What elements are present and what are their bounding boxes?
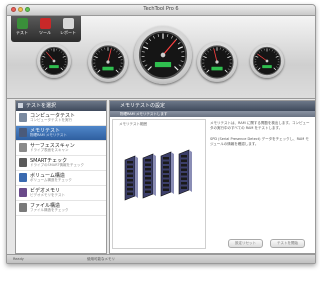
video-icon xyxy=(19,188,27,197)
reset-settings-button[interactable]: 設定リセット xyxy=(228,239,263,248)
file-icon xyxy=(19,203,27,212)
status-left: Ready xyxy=(13,257,24,261)
drive-icon xyxy=(19,143,27,152)
tools-icon xyxy=(39,18,51,29)
toolbar-button-tools[interactable]: ツール xyxy=(37,18,53,38)
test-item[interactable]: ビデオメモリ ビデオメモリをテスト xyxy=(16,186,106,201)
description-paragraph-1: メモリテストは、RAM に関する問題を検出します。コンピュータの実行中のすべての… xyxy=(210,121,310,130)
memory-icon xyxy=(19,128,27,137)
toolbar-label: ツール xyxy=(39,30,51,35)
app-window: TechTool Pro 6 テスト ツール レポート テストを選択 コンピュー… xyxy=(6,4,316,264)
title-bar: TechTool Pro 6 xyxy=(7,5,315,16)
toolbar-label: テスト xyxy=(16,30,28,35)
memory-test-area: メモリテスト範囲 xyxy=(112,119,206,249)
test-item[interactable]: コンピュータテスト コンピュータテストを実行 xyxy=(16,111,106,126)
computer-icon xyxy=(19,113,27,122)
status-center: 使用可能なメモリ xyxy=(87,257,115,261)
test-item[interactable]: メモリテスト 物理RAM メモリテスト xyxy=(16,126,106,141)
settings-subtitle: 物理RAM メモリテストします xyxy=(110,111,315,117)
header-square-icon xyxy=(18,103,23,108)
gauge-5 xyxy=(250,44,284,78)
description-paragraph-2: SPD (Serial Presence Detect) データをチェックし、R… xyxy=(210,137,309,146)
test-item[interactable]: サーフェススキャン ドライブ表面をスキャン xyxy=(16,141,106,156)
volume-icon xyxy=(19,173,27,182)
toolbar-button-report[interactable]: レポート xyxy=(60,18,76,38)
gauge-1 xyxy=(37,44,71,78)
test-list-title: テストを選択 xyxy=(26,103,57,109)
start-test-button[interactable]: テストを開始 xyxy=(270,239,305,248)
test-item[interactable]: ファイル構造 ファイル構造をチェック xyxy=(16,201,106,216)
gauge-2 xyxy=(88,42,128,82)
settings-header: メモリテストの設定 xyxy=(110,101,315,111)
memory-modules-icon xyxy=(124,149,192,201)
test-item-subtitle: ボリューム構造をチェック xyxy=(30,178,72,182)
toolbar-button-test[interactable]: テスト xyxy=(14,18,30,38)
test-icon xyxy=(16,18,28,29)
report-icon xyxy=(62,18,74,29)
status-bar: Ready 使用可能なメモリ xyxy=(7,254,315,263)
toolbar-label: レポート xyxy=(60,30,76,35)
test-item[interactable]: ボリューム構造 ボリューム構造をチェック xyxy=(16,171,106,186)
test-item-subtitle: ビデオメモリをテスト xyxy=(30,193,65,197)
settings-description: メモリテストは、RAM に関する問題を検出します。コンピュータの実行中のすべての… xyxy=(210,121,312,147)
gauge-4 xyxy=(197,42,237,82)
gauge-main xyxy=(134,26,192,84)
test-list-panel: テストを選択 コンピュータテスト コンピュータテストを実行 メモリテスト 物理RAM … xyxy=(15,100,107,254)
test-item-subtitle: コンピュータテストを実行 xyxy=(30,118,72,122)
settings-panel: メモリテストの設定 物理RAM メモリテストします メモリテスト範囲 メモリテス… xyxy=(109,100,315,254)
window-title: TechTool Pro 6 xyxy=(143,6,179,12)
test-item-subtitle: 物理RAM メモリテスト xyxy=(30,133,67,137)
test-item-subtitle: ファイル構造をチェック xyxy=(30,208,69,212)
settings-title: メモリテストの設定 xyxy=(120,103,166,109)
test-item[interactable]: SMARTチェック ドライブのSMART情報をチェック xyxy=(16,156,106,171)
toolbar: テスト ツール レポート xyxy=(11,16,81,42)
test-item-subtitle: ドライブ表面をスキャン xyxy=(30,148,69,152)
smart-icon xyxy=(19,158,27,167)
test-list: コンピュータテスト コンピュータテストを実行 メモリテスト 物理RAM メモリテストサ… xyxy=(16,111,106,216)
memory-test-area-label: メモリテスト範囲 xyxy=(119,122,147,126)
test-item-subtitle: ドライブのSMART情報をチェック xyxy=(30,163,84,167)
test-list-header: テストを選択 xyxy=(16,101,106,111)
dashboard: テスト ツール レポート xyxy=(7,16,315,99)
